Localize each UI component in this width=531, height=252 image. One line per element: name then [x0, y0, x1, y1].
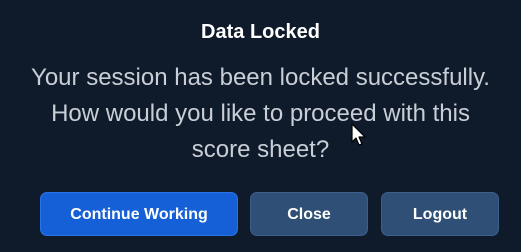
- mouse-pointer-icon: [351, 123, 366, 146]
- dialog-title: Data Locked: [201, 21, 320, 43]
- continue-working-button[interactable]: Continue Working: [40, 192, 238, 236]
- data-locked-dialog: Data Locked Your session has been locked…: [0, 0, 521, 252]
- dialog-message: Your session has been locked successfull…: [31, 64, 490, 163]
- logout-button[interactable]: Logout: [381, 192, 499, 236]
- close-button[interactable]: Close: [250, 192, 368, 236]
